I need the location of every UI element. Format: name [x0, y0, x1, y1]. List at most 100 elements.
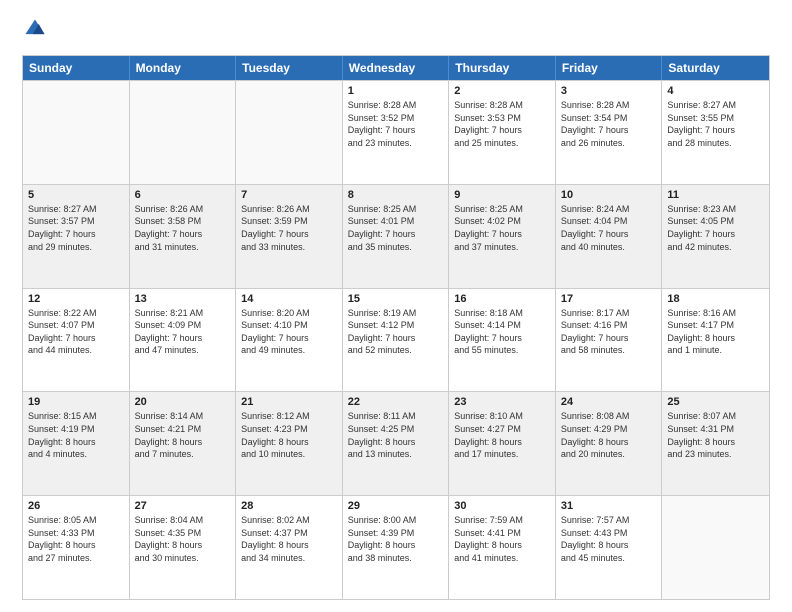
- day-number: 9: [454, 189, 550, 201]
- cal-cell-day-17: 17 Sunrise: 8:17 AM Sunset: 4:16 PM Dayli…: [556, 289, 663, 392]
- day-number: 18: [667, 293, 764, 305]
- cal-cell-day-18: 18 Sunrise: 8:16 AM Sunset: 4:17 PM Dayli…: [662, 289, 769, 392]
- cell-info: Sunrise: 8:28 AM Sunset: 3:54 PM Dayligh…: [561, 99, 657, 149]
- cell-info: Sunrise: 8:14 AM Sunset: 4:21 PM Dayligh…: [135, 410, 231, 460]
- day-number: 8: [348, 189, 444, 201]
- logo-icon: [24, 18, 46, 40]
- calendar: SundayMondayTuesdayWednesdayThursdayFrid…: [22, 55, 770, 600]
- day-number: 4: [667, 85, 764, 97]
- cell-info: Sunrise: 8:17 AM Sunset: 4:16 PM Dayligh…: [561, 307, 657, 357]
- cal-cell-day-20: 20 Sunrise: 8:14 AM Sunset: 4:21 PM Dayli…: [130, 392, 237, 495]
- cell-info: Sunrise: 8:25 AM Sunset: 4:01 PM Dayligh…: [348, 203, 444, 253]
- calendar-body: 1 Sunrise: 8:28 AM Sunset: 3:52 PM Daylig…: [23, 80, 769, 599]
- cell-info: Sunrise: 8:23 AM Sunset: 4:05 PM Dayligh…: [667, 203, 764, 253]
- header-day-tuesday: Tuesday: [236, 56, 343, 80]
- cell-info: Sunrise: 7:59 AM Sunset: 4:41 PM Dayligh…: [454, 514, 550, 564]
- cal-cell-day-3: 3 Sunrise: 8:28 AM Sunset: 3:54 PM Daylig…: [556, 81, 663, 184]
- header-day-sunday: Sunday: [23, 56, 130, 80]
- cal-cell-day-1: 1 Sunrise: 8:28 AM Sunset: 3:52 PM Daylig…: [343, 81, 450, 184]
- cell-info: Sunrise: 7:57 AM Sunset: 4:43 PM Dayligh…: [561, 514, 657, 564]
- day-number: 16: [454, 293, 550, 305]
- cell-info: Sunrise: 8:26 AM Sunset: 3:59 PM Dayligh…: [241, 203, 337, 253]
- cal-cell-day-6: 6Sunrise: 8:26 AM Sunset: 3:58 PM Daylig…: [130, 185, 237, 288]
- cell-info: Sunrise: 8:24 AM Sunset: 4:04 PM Dayligh…: [561, 203, 657, 253]
- day-number: 10: [561, 189, 657, 201]
- day-number: 12: [28, 293, 124, 305]
- cal-cell-day-19: 19 Sunrise: 8:15 AM Sunset: 4:19 PM Dayli…: [23, 392, 130, 495]
- cal-cell-day-28: 28Sunrise: 8:02 AM Sunset: 4:37 PM Dayli…: [236, 496, 343, 599]
- cal-cell-day-10: 10 Sunrise: 8:24 AM Sunset: 4:04 PM Dayli…: [556, 185, 663, 288]
- cal-cell-empty: [23, 81, 130, 184]
- cell-info: Sunrise: 8:27 AM Sunset: 3:57 PM Dayligh…: [28, 203, 124, 253]
- day-number: 3: [561, 85, 657, 97]
- day-number: 29: [348, 500, 444, 512]
- day-number: 31: [561, 500, 657, 512]
- calendar-row-0: 1 Sunrise: 8:28 AM Sunset: 3:52 PM Daylig…: [23, 80, 769, 184]
- cell-info: Sunrise: 8:02 AM Sunset: 4:37 PM Dayligh…: [241, 514, 337, 564]
- day-number: 7: [241, 189, 337, 201]
- header-day-friday: Friday: [556, 56, 663, 80]
- cell-info: Sunrise: 8:15 AM Sunset: 4:19 PM Dayligh…: [28, 410, 124, 460]
- cell-info: Sunrise: 8:20 AM Sunset: 4:10 PM Dayligh…: [241, 307, 337, 357]
- calendar-header: SundayMondayTuesdayWednesdayThursdayFrid…: [23, 56, 769, 80]
- cal-cell-day-31: 31 Sunrise: 7:57 AM Sunset: 4:43 PM Dayli…: [556, 496, 663, 599]
- page: SundayMondayTuesdayWednesdayThursdayFrid…: [0, 0, 792, 612]
- day-number: 2: [454, 85, 550, 97]
- cal-cell-day-2: 2 Sunrise: 8:28 AM Sunset: 3:53 PM Daylig…: [449, 81, 556, 184]
- cal-cell-day-12: 12 Sunrise: 8:22 AM Sunset: 4:07 PM Dayli…: [23, 289, 130, 392]
- day-number: 22: [348, 396, 444, 408]
- cal-cell-day-13: 13 Sunrise: 8:21 AM Sunset: 4:09 PM Dayli…: [130, 289, 237, 392]
- cal-cell-empty: [130, 81, 237, 184]
- cal-cell-day-9: 9 Sunrise: 8:25 AM Sunset: 4:02 PM Daylig…: [449, 185, 556, 288]
- cell-info: Sunrise: 8:07 AM Sunset: 4:31 PM Dayligh…: [667, 410, 764, 460]
- cell-info: Sunrise: 8:08 AM Sunset: 4:29 PM Dayligh…: [561, 410, 657, 460]
- cal-cell-day-11: 11Sunrise: 8:23 AM Sunset: 4:05 PM Dayli…: [662, 185, 769, 288]
- day-number: 30: [454, 500, 550, 512]
- cal-cell-day-29: 29 Sunrise: 8:00 AM Sunset: 4:39 PM Dayli…: [343, 496, 450, 599]
- cell-info: Sunrise: 8:22 AM Sunset: 4:07 PM Dayligh…: [28, 307, 124, 357]
- header: [22, 18, 770, 45]
- day-number: 24: [561, 396, 657, 408]
- cell-info: Sunrise: 8:16 AM Sunset: 4:17 PM Dayligh…: [667, 307, 764, 357]
- cell-info: Sunrise: 8:21 AM Sunset: 4:09 PM Dayligh…: [135, 307, 231, 357]
- day-number: 14: [241, 293, 337, 305]
- cal-cell-day-14: 14 Sunrise: 8:20 AM Sunset: 4:10 PM Dayli…: [236, 289, 343, 392]
- calendar-row-2: 12 Sunrise: 8:22 AM Sunset: 4:07 PM Dayli…: [23, 288, 769, 392]
- cell-info: Sunrise: 8:28 AM Sunset: 3:52 PM Dayligh…: [348, 99, 444, 149]
- header-day-monday: Monday: [130, 56, 237, 80]
- cal-cell-day-27: 27Sunrise: 8:04 AM Sunset: 4:35 PM Dayli…: [130, 496, 237, 599]
- logo: [22, 18, 46, 45]
- cell-info: Sunrise: 8:12 AM Sunset: 4:23 PM Dayligh…: [241, 410, 337, 460]
- day-number: 19: [28, 396, 124, 408]
- cell-info: Sunrise: 8:05 AM Sunset: 4:33 PM Dayligh…: [28, 514, 124, 564]
- cal-cell-day-7: 7 Sunrise: 8:26 AM Sunset: 3:59 PM Daylig…: [236, 185, 343, 288]
- cell-info: Sunrise: 8:26 AM Sunset: 3:58 PM Dayligh…: [135, 203, 231, 253]
- cell-info: Sunrise: 8:10 AM Sunset: 4:27 PM Dayligh…: [454, 410, 550, 460]
- cell-info: Sunrise: 8:25 AM Sunset: 4:02 PM Dayligh…: [454, 203, 550, 253]
- cal-cell-day-15: 15Sunrise: 8:19 AM Sunset: 4:12 PM Dayli…: [343, 289, 450, 392]
- cell-info: Sunrise: 8:18 AM Sunset: 4:14 PM Dayligh…: [454, 307, 550, 357]
- header-day-saturday: Saturday: [662, 56, 769, 80]
- cell-info: Sunrise: 8:19 AM Sunset: 4:12 PM Dayligh…: [348, 307, 444, 357]
- cal-cell-day-4: 4 Sunrise: 8:27 AM Sunset: 3:55 PM Daylig…: [662, 81, 769, 184]
- cal-cell-day-8: 8 Sunrise: 8:25 AM Sunset: 4:01 PM Daylig…: [343, 185, 450, 288]
- day-number: 25: [667, 396, 764, 408]
- day-number: 23: [454, 396, 550, 408]
- day-number: 20: [135, 396, 231, 408]
- cell-info: Sunrise: 8:28 AM Sunset: 3:53 PM Dayligh…: [454, 99, 550, 149]
- cell-info: Sunrise: 8:04 AM Sunset: 4:35 PM Dayligh…: [135, 514, 231, 564]
- cal-cell-day-16: 16 Sunrise: 8:18 AM Sunset: 4:14 PM Dayli…: [449, 289, 556, 392]
- day-number: 1: [348, 85, 444, 97]
- header-day-thursday: Thursday: [449, 56, 556, 80]
- cal-cell-day-30: 30 Sunrise: 7:59 AM Sunset: 4:41 PM Dayli…: [449, 496, 556, 599]
- cell-info: Sunrise: 8:00 AM Sunset: 4:39 PM Dayligh…: [348, 514, 444, 564]
- calendar-row-1: 5Sunrise: 8:27 AM Sunset: 3:57 PM Daylig…: [23, 184, 769, 288]
- cell-info: Sunrise: 8:27 AM Sunset: 3:55 PM Dayligh…: [667, 99, 764, 149]
- cal-cell-day-5: 5Sunrise: 8:27 AM Sunset: 3:57 PM Daylig…: [23, 185, 130, 288]
- day-number: 13: [135, 293, 231, 305]
- cal-cell-day-21: 21Sunrise: 8:12 AM Sunset: 4:23 PM Dayli…: [236, 392, 343, 495]
- cal-cell-empty: [662, 496, 769, 599]
- day-number: 17: [561, 293, 657, 305]
- cal-cell-day-23: 23 Sunrise: 8:10 AM Sunset: 4:27 PM Dayli…: [449, 392, 556, 495]
- cal-cell-day-25: 25 Sunrise: 8:07 AM Sunset: 4:31 PM Dayli…: [662, 392, 769, 495]
